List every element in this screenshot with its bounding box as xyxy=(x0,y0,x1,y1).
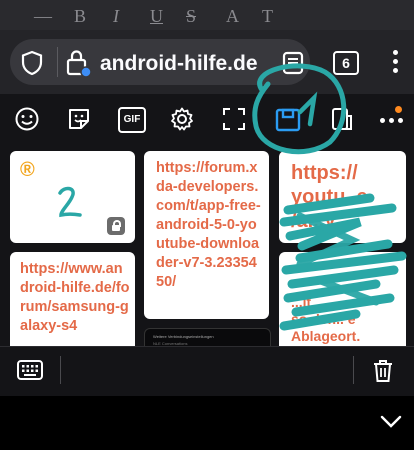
clip-item-xda-link[interactable]: https://forum.xda-developers.com/t/app-f… xyxy=(144,151,269,319)
clip-screenshot-line: Weitere Verbindungseinstellungen xyxy=(153,334,214,339)
clear-format-icon: T xyxy=(262,6,273,26)
clip-item-android-hilfe-link[interactable]: https://www.android-hilfe.de/forum/samsu… xyxy=(10,252,135,346)
chevron-down-icon[interactable] xyxy=(380,415,402,429)
url-separator xyxy=(57,47,58,77)
clipboard-icon[interactable] xyxy=(274,105,302,133)
tab-count-button[interactable]: 6 xyxy=(333,51,359,75)
bullet-icon: — xyxy=(34,6,52,26)
clip-text: https://www.android-hilfe.de/forum/samsu… xyxy=(20,261,130,334)
lock-badge-icon xyxy=(107,217,125,235)
navigation-bar xyxy=(0,396,414,450)
clip-text: https:// youtu..e /a...y xyxy=(291,162,368,232)
clip-item-handwriting[interactable]: ® xyxy=(10,151,135,243)
clipboard-grid: ® https://forum.xda-developers.com/t/app… xyxy=(0,144,414,346)
clip-item-youtube-link[interactable]: https:// youtu..e /a...y xyxy=(279,151,406,243)
editor-toolbar-background: — B I U S A T xyxy=(0,0,414,32)
emoji-icon[interactable] xyxy=(14,106,40,132)
clip-item-screenshot[interactable]: Weitere Verbindungseinstellungen NLE Con… xyxy=(144,328,271,346)
shield-icon[interactable] xyxy=(20,50,44,76)
underline-icon: U xyxy=(150,6,163,26)
clip-text: https://forum.xda-developers.com/t/app-f… xyxy=(156,160,261,290)
italic-icon: I xyxy=(113,6,119,26)
keyboard-icon[interactable] xyxy=(16,359,44,381)
registered-symbol: ® xyxy=(20,159,35,181)
clip-item-text-note[interactable]: ...lt so der... e Ablageort. xyxy=(279,252,406,346)
bar-divider xyxy=(60,356,61,384)
settings-gear-icon[interactable] xyxy=(169,106,195,132)
lock-icon[interactable] xyxy=(65,48,93,78)
browser-menu-icon[interactable] xyxy=(393,50,398,76)
clipboard-bottom-bar xyxy=(0,346,414,397)
bold-icon: B xyxy=(74,6,87,26)
one-handed-mode-icon[interactable] xyxy=(327,106,353,132)
strikethrough-icon: S xyxy=(186,6,197,26)
url-text[interactable]: android-hilfe.de/forum xyxy=(100,52,257,76)
gif-icon[interactable]: GIF xyxy=(118,107,146,133)
handwritten-two xyxy=(58,186,82,218)
delete-trash-icon[interactable] xyxy=(371,358,395,384)
clip-text: ...lt so der... e Ablageort. xyxy=(291,294,361,344)
more-options-icon[interactable] xyxy=(380,106,404,123)
bar-divider xyxy=(353,356,354,384)
sticker-icon[interactable] xyxy=(66,106,92,132)
resize-icon[interactable] xyxy=(221,106,247,132)
text-color-icon: A xyxy=(226,6,239,26)
reader-view-icon[interactable] xyxy=(282,51,304,75)
